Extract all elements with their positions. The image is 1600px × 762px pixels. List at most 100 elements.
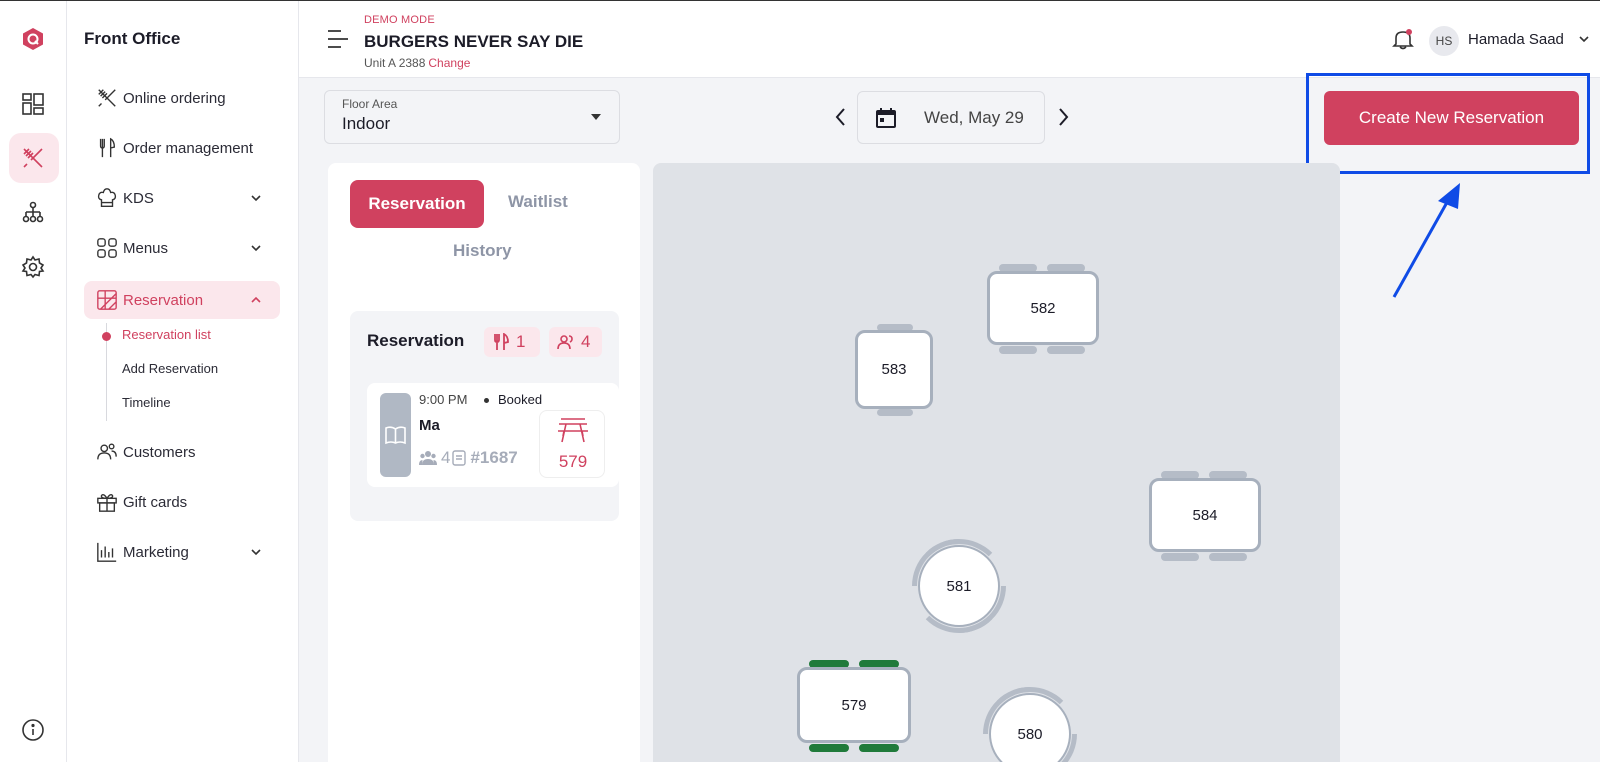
sidebar-item-kds[interactable]: KDS (84, 179, 280, 217)
sidebar-item-label: Marketing (123, 543, 189, 561)
reservation-list-title: Reservation (367, 331, 465, 350)
assigned-table[interactable]: 579 (539, 410, 605, 478)
hamburger-menu-icon[interactable] (327, 29, 349, 49)
unit-info: Unit A 2388 Change (364, 56, 470, 70)
calendar-icon (876, 108, 896, 128)
user-name[interactable]: Hamada Saad (1468, 31, 1564, 48)
chair-occupied (809, 744, 849, 752)
chart-bars-icon (97, 542, 117, 562)
submenu-reservation-list[interactable]: Reservation list (122, 327, 211, 342)
store-name: BURGERS NEVER SAY DIE (364, 32, 584, 51)
reservation-card[interactable]: 9:00 PM Booked Ma 4 #1687 579 (367, 383, 619, 487)
chevron-down-icon (251, 195, 261, 202)
submenu-add-reservation[interactable]: Add Reservation (122, 361, 218, 376)
sidebar-item-reservation[interactable]: Reservation (84, 281, 280, 319)
chevron-down-icon (251, 245, 261, 252)
table-583[interactable]: 583 (855, 330, 933, 409)
highlight-box (1306, 73, 1590, 174)
sidebar-item-order-management[interactable]: Order management (84, 129, 280, 167)
submenu-active-dot (102, 332, 111, 341)
org-chart-icon[interactable] (21, 201, 45, 225)
table-581[interactable]: 581 (918, 545, 1000, 627)
sidebar-item-label: Reservation (123, 291, 204, 309)
chair-occupied (859, 744, 899, 752)
floor-area-select[interactable]: Floor Area Indoor (324, 90, 620, 144)
assigned-table-number: 579 (558, 452, 588, 471)
change-unit-link[interactable]: Change (428, 56, 470, 70)
sidebar-title: Front Office (84, 29, 181, 48)
sidebar-item-menus[interactable]: Menus (84, 229, 280, 267)
reservation-list: Reservation 1 4 9:00 PM Booked Ma 4 #168… (350, 311, 619, 521)
reservation-status: Booked (498, 392, 543, 407)
floor-area-value: Indoor (342, 114, 391, 133)
party-icon (419, 451, 437, 465)
reservation-icon (97, 290, 117, 310)
guests-count: 4 (581, 332, 591, 351)
sidebar-item-label: Customers (123, 443, 196, 461)
table-582[interactable]: 582 (987, 271, 1099, 345)
chair (1047, 346, 1085, 354)
submenu-timeline[interactable]: Timeline (122, 395, 171, 410)
table-579[interactable]: 579 (797, 667, 911, 743)
logo-icon[interactable] (21, 27, 45, 51)
floor-area-label: Floor Area (342, 97, 398, 111)
reservation-time: 9:00 PM (419, 392, 468, 407)
selected-date: Wed, May 29 (924, 108, 1024, 127)
tab-history[interactable]: History (453, 241, 512, 261)
sidebar-item-customers[interactable]: Customers (84, 433, 280, 471)
reservation-panel: Reservation Waitlist History Reservation… (328, 163, 640, 762)
floor-plan: 582 583 584 581 579 580 (653, 163, 1340, 762)
info-icon[interactable] (21, 718, 45, 742)
picnic-table-icon (558, 418, 588, 443)
table-584[interactable]: 584 (1149, 478, 1261, 552)
demo-mode-label: DEMO MODE (364, 14, 435, 26)
tables-count: 1 (516, 332, 526, 351)
sidebar-item-label: Online ordering (123, 89, 226, 107)
fork-knife-icon (99, 137, 116, 158)
chevron-up-icon (251, 296, 261, 303)
guest-name: Ma (419, 417, 440, 434)
chef-hat-icon (97, 188, 117, 207)
top-header: DEMO MODE BURGERS NEVER SAY DIE Unit A 2… (299, 1, 1600, 78)
previous-date-button[interactable] (832, 106, 850, 128)
settings-icon[interactable] (21, 255, 45, 279)
chair (877, 409, 913, 416)
sidebar-item-label: Gift cards (123, 493, 188, 511)
sidebar-item-online-ordering[interactable]: Online ordering (84, 79, 280, 117)
document-icon (452, 450, 467, 466)
separator-dot (484, 398, 489, 403)
sidebar: Front Office Online ordering Order manag… (67, 1, 299, 762)
unit-label: Unit A 2388 (364, 56, 426, 70)
date-picker[interactable]: Wed, May 29 (857, 91, 1045, 144)
utensils-cross-icon (98, 89, 116, 107)
icon-rail (0, 1, 67, 762)
sidebar-item-gift-cards[interactable]: Gift cards (84, 483, 280, 521)
fork-knife-icon (494, 333, 509, 350)
guests-count-badge: 4 (549, 327, 602, 357)
tab-waitlist[interactable]: Waitlist (508, 192, 568, 212)
sidebar-item-label: Menus (123, 239, 169, 257)
dropdown-arrow-icon (591, 114, 601, 120)
chair (999, 346, 1037, 354)
user-avatar[interactable]: HS (1429, 26, 1459, 56)
chair (1209, 553, 1247, 561)
chevron-down-icon[interactable] (1577, 32, 1591, 46)
reservation-status-strip (380, 393, 411, 477)
pointer-arrow-icon (1392, 183, 1460, 298)
chevron-down-icon (251, 549, 261, 556)
sidebar-item-marketing[interactable]: Marketing (84, 533, 280, 571)
grid-icon (97, 238, 117, 258)
notification-bell-icon[interactable] (1392, 28, 1414, 50)
next-date-button[interactable] (1054, 106, 1072, 128)
sidebar-item-label: Order management (123, 139, 254, 157)
users-icon (97, 443, 117, 460)
party-size: 4 (441, 448, 451, 467)
tab-reservation[interactable]: Reservation (350, 180, 484, 228)
tables-count-badge: 1 (484, 327, 540, 357)
sidebar-item-label: KDS (123, 189, 154, 207)
chair (1161, 553, 1199, 561)
front-office-icon[interactable] (21, 146, 45, 170)
dashboard-icon[interactable] (21, 92, 45, 116)
reservation-id: #1687 (470, 448, 518, 467)
gift-icon (97, 493, 117, 512)
